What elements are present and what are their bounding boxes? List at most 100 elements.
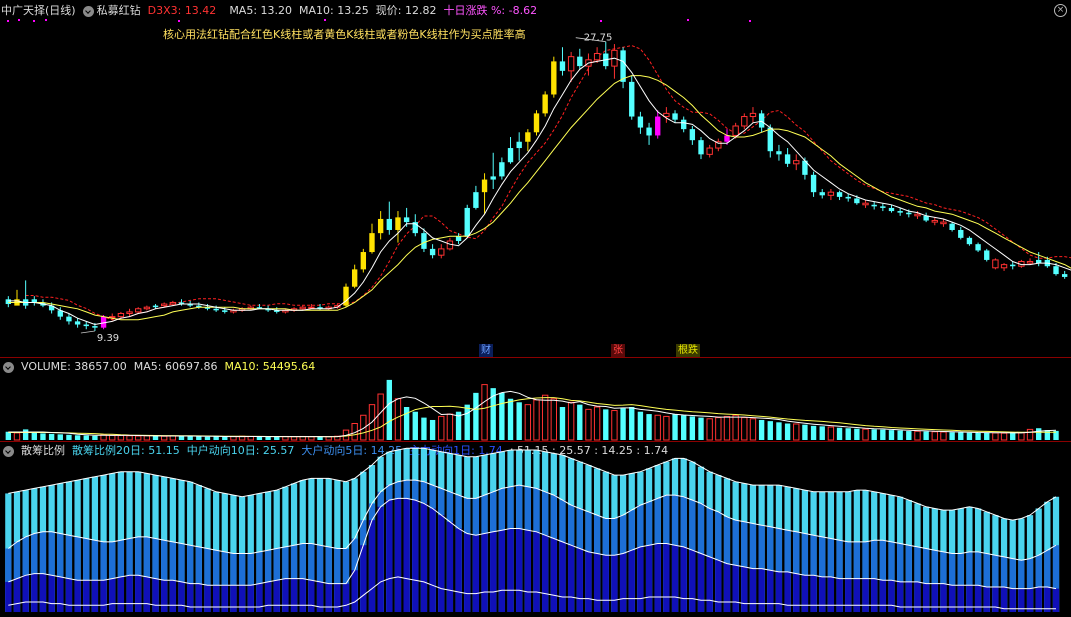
chip-bar-l5 [801,575,809,612]
chip-bar-l5 [689,550,696,612]
volume-bar [169,435,177,441]
volume-bar [845,428,851,440]
candle-body [749,112,757,118]
volume-bar [213,436,219,440]
chip-bar-l5 [342,583,350,612]
candle-body [464,207,470,237]
candle-body [395,217,401,230]
volume-bar [377,393,384,441]
candle-body [655,116,661,136]
volume-bar [603,409,609,440]
candle-body [637,116,644,128]
candle-body [473,192,479,208]
volume-bar [187,436,193,440]
chip-bar-l5 [325,583,332,612]
chip-bar-l5 [394,498,402,612]
candle-body [542,94,548,114]
volume-bar [265,436,271,440]
volume-bar [854,428,860,440]
candle-body [827,191,835,196]
chip-bar-l5 [273,580,280,612]
volume-bar [92,435,98,440]
volume-bar [464,404,470,440]
volume-bar [776,422,782,440]
candle-body [308,306,315,309]
volume-bar [897,430,903,440]
chip-bar-l5 [490,531,497,612]
volume-bar [723,415,731,441]
chip-bar-l5 [117,576,125,612]
candle-body [1000,264,1008,269]
candle-body [83,324,89,327]
volume-bar [429,419,436,440]
volume-bar [681,415,687,440]
volume-bar [66,434,72,440]
chip-bar-l5 [810,575,817,612]
chip-bar-l5 [481,533,488,612]
volume-bar [741,417,748,441]
chip-bar-l5 [784,571,791,612]
chip-bar-l5 [749,568,757,612]
volume-bar [204,436,211,440]
candle-body [593,53,601,61]
volume-bar [888,430,895,440]
volume-bar [620,408,626,440]
chip-bar-l5 [637,546,644,612]
candle-body [1036,259,1042,264]
candle-body [5,299,12,305]
volume-bar [438,415,445,441]
chip-bar-l5 [446,521,454,612]
chip-bar-l5 [386,500,393,612]
chip-bar-l5 [152,578,159,612]
low-pointer [80,330,95,334]
volume-bar [923,431,929,440]
chip-bar-l5 [74,580,81,612]
chip-bar-l5 [498,530,505,612]
candle-body [836,192,843,197]
volume-bar [593,406,601,441]
candle-body [222,310,228,312]
candle-body [906,212,912,215]
volume-bar [802,424,808,440]
chip-bar-l5 [256,583,263,612]
chip-bar-l5 [135,575,142,612]
chip-bar-l5 [126,575,133,612]
volume-bar [827,426,835,441]
candle-body [213,308,219,311]
candle-body [845,196,851,199]
volume-bar [1000,432,1008,441]
chip-bar-l5 [161,580,168,612]
chip-bar-l5 [983,586,990,612]
volume-bar [473,392,479,440]
volume-bar [516,402,522,440]
chip-bar-l5 [39,573,47,612]
volume-bar [611,410,618,441]
candle-body [403,217,410,223]
chip-bar-l5 [715,560,722,612]
candle-body [429,248,436,256]
chip-bar-l5 [31,573,38,612]
candle-body [732,125,739,136]
volume-bar [412,411,418,440]
chip-bar-l5 [377,506,384,612]
chip-bar-l5 [109,578,116,612]
volume-bar [13,432,21,441]
candle-body [31,299,37,303]
chip-bar-l5 [83,580,90,612]
chip-bar-l5 [931,583,938,612]
volume-bar [880,429,886,440]
candle-body [689,129,696,141]
candle-body [66,316,72,322]
chip-bar-l5 [550,538,557,612]
chip-bar-l5 [507,528,514,612]
volume-bar [577,404,583,440]
candle-body [646,127,652,136]
candle-body [940,221,947,225]
chip-bar-l5 [308,580,315,612]
chip-bar-l5 [836,578,843,612]
volume-bar [31,432,37,440]
candle-body [888,207,895,212]
chip-bar-l5 [238,585,246,612]
ma5-line [8,57,1071,326]
candle-body [126,311,133,314]
